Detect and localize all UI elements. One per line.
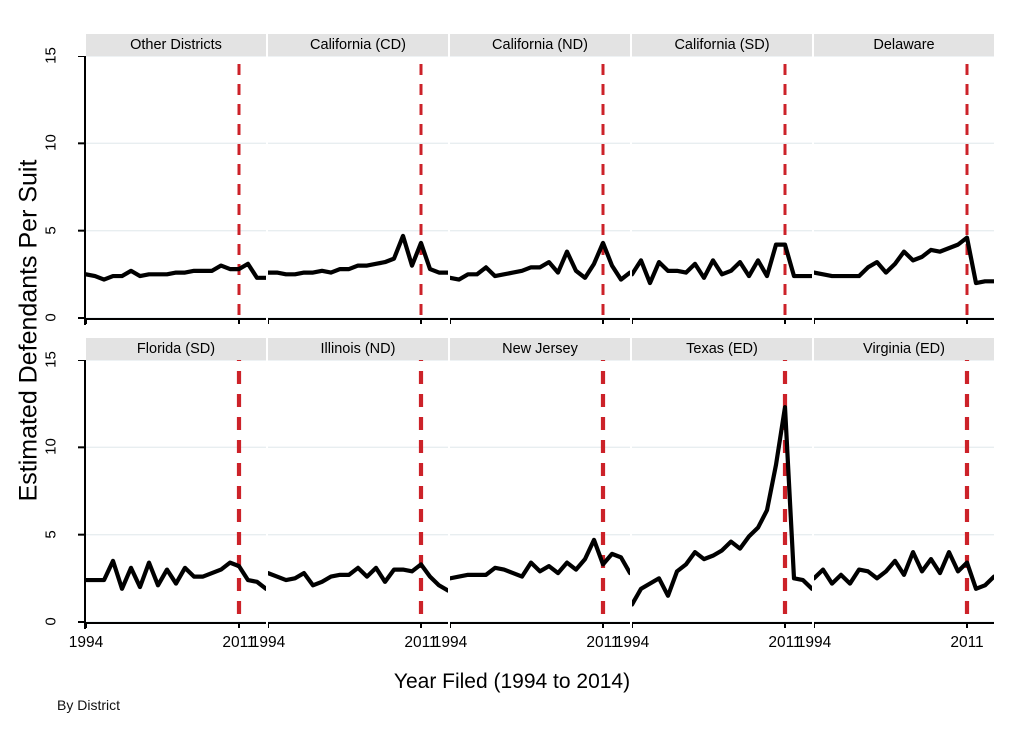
series-line (814, 235, 994, 286)
plot-area (632, 360, 812, 628)
x-tick-label: 1994 (68, 634, 104, 651)
y-axis-title: Estimated Defendants Per Suit (14, 159, 43, 501)
y-axis-svg (78, 356, 86, 629)
panel-title: Illinois (ND) (268, 338, 448, 360)
plot-area (814, 56, 994, 324)
x-tick-label: 1994 (614, 634, 650, 651)
panel-california-cd: California (CD) (268, 34, 448, 324)
panel-title: Other Districts (86, 34, 266, 56)
plot-area (268, 360, 448, 628)
panel-title: Florida (SD) (86, 338, 266, 360)
y-tick-label: 0 (42, 313, 60, 322)
x-tick-label: 1994 (250, 634, 286, 651)
panel-title: New Jersey (450, 338, 630, 360)
panel-plot-svg (268, 56, 448, 324)
panel-plot-svg (632, 56, 812, 324)
y-tick-label: 15 (42, 47, 60, 64)
y-axis-row-0 (72, 52, 86, 331)
y-tick-label: 10 (42, 438, 60, 456)
plot-area (814, 360, 994, 628)
panel-plot-svg (814, 56, 994, 324)
panel-plot-svg (86, 56, 266, 324)
x-tick-label: 2011 (950, 634, 984, 651)
y-tick-label: 5 (42, 529, 60, 539)
y-tick-label: 15 (42, 351, 60, 368)
panel-plot-svg (268, 360, 448, 628)
figure-canvas: Estimated Defendants Per Suit Other Dist… (0, 0, 1024, 745)
plot-area (450, 360, 630, 628)
panel-california-sd: California (SD) (632, 34, 812, 324)
panel-plot-svg (814, 360, 994, 628)
plot-area (86, 360, 266, 628)
y-tick-label: 10 (42, 134, 60, 152)
panel-title: California (CD) (268, 34, 448, 56)
plot-area (268, 56, 448, 324)
y-tick-label: 0 (42, 617, 60, 626)
series-line (632, 405, 812, 607)
panel-plot-svg (632, 360, 812, 628)
plot-area (86, 56, 266, 324)
x-tick-label: 1994 (796, 634, 832, 651)
panel-plot-svg (450, 360, 630, 628)
panel-plot-svg (450, 56, 630, 324)
series-line (450, 537, 630, 581)
panel-virginia-ed: Virginia (ED) (814, 338, 994, 628)
series-line (632, 242, 812, 286)
y-axis-svg (78, 52, 86, 325)
panel-title: Virginia (ED) (814, 338, 994, 360)
panel-plot-svg (86, 360, 266, 628)
panel-texas-ed: Texas (ED) (632, 338, 812, 628)
panel-title: California (ND) (450, 34, 630, 56)
plot-area (632, 56, 812, 324)
panel-delaware: Delaware (814, 34, 994, 324)
x-tick-label: 1994 (432, 634, 468, 651)
panel-other-districts: Other Districts (86, 34, 266, 324)
panel-new-jersey: New Jersey (450, 338, 630, 628)
panel-title: Texas (ED) (632, 338, 812, 360)
x-axis-title: Year Filed (1994 to 2014) (393, 670, 631, 693)
panel-title: Delaware (814, 34, 994, 56)
panel-florida-sd: Florida (SD) (86, 338, 266, 628)
y-axis-row-1 (72, 356, 86, 635)
panel-california-nd: California (ND) (450, 34, 630, 324)
panel-title: California (SD) (632, 34, 812, 56)
figure-note: By District (57, 697, 120, 713)
plot-area (450, 56, 630, 324)
panel-illinois-nd: Illinois (ND) (268, 338, 448, 628)
y-tick-label: 5 (42, 225, 60, 235)
